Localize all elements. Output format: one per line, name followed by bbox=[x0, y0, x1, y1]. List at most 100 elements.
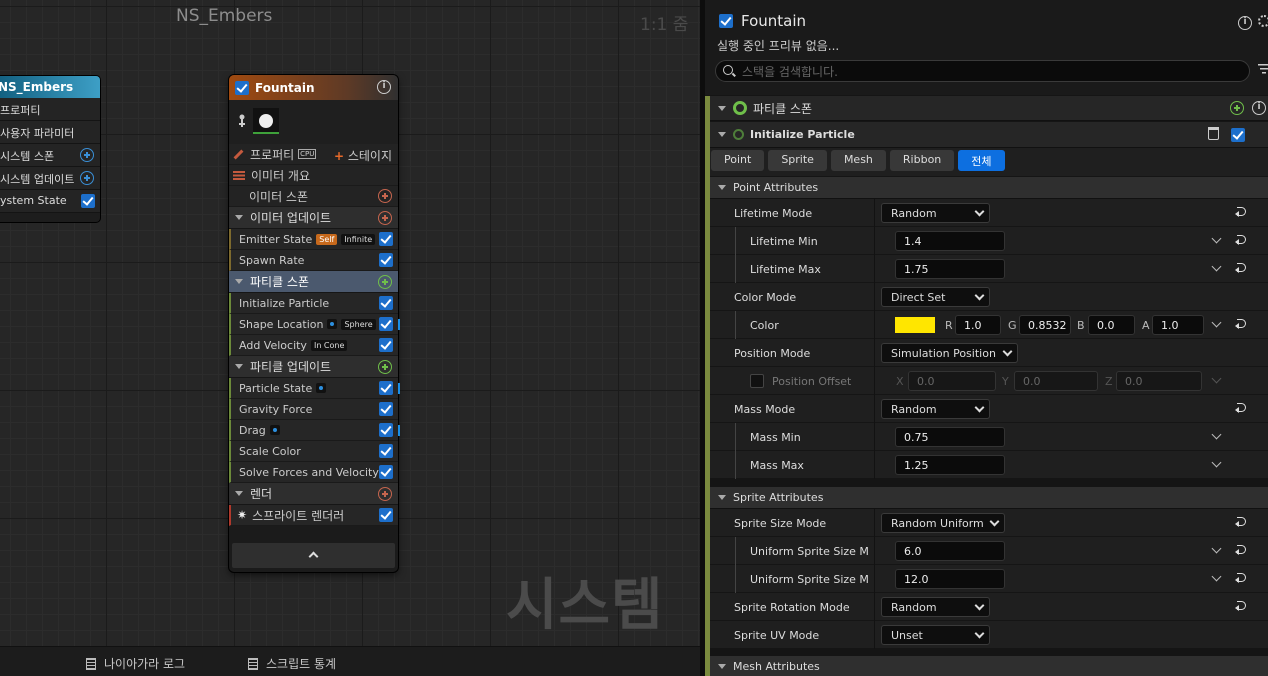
emitter-spawn-row[interactable]: 이미터 스폰 bbox=[229, 186, 398, 207]
add-stage-button[interactable]: + 스테이지 bbox=[334, 147, 392, 164]
color-mode-dropdown[interactable]: Direct Set bbox=[881, 287, 990, 307]
system-spawn-row[interactable]: 시스템 스폰 bbox=[0, 144, 100, 167]
category-point-attributes[interactable]: Point Attributes bbox=[710, 177, 1268, 199]
chevron-down-icon[interactable] bbox=[1211, 233, 1222, 244]
emitter-properties-row[interactable]: 프로퍼티 CPU + 스테이지 bbox=[229, 144, 398, 165]
add-module-icon[interactable] bbox=[80, 171, 94, 185]
color-a-input[interactable]: 1.0 bbox=[1152, 315, 1204, 335]
module-gravity-force[interactable]: Gravity Force bbox=[229, 399, 398, 420]
niagara-log-button[interactable]: 나이아가라 로그 bbox=[86, 655, 185, 672]
system-state-row[interactable]: ystem State bbox=[0, 190, 100, 213]
position-offset-x-input[interactable]: 0.0 bbox=[908, 371, 996, 391]
sprite-rotation-mode-dropdown[interactable]: Random bbox=[881, 597, 990, 617]
module-header-initialize-particle[interactable]: Initialize Particle bbox=[710, 122, 1268, 148]
module-emitter-state[interactable]: Emitter State Self Infinite bbox=[229, 229, 398, 250]
sprite-uv-mode-dropdown[interactable]: Unset bbox=[881, 625, 990, 645]
category-mesh-attributes[interactable]: Mesh Attributes bbox=[710, 656, 1268, 676]
lifetime-min-input[interactable]: 1.4 bbox=[895, 231, 1005, 251]
emitter-node-header[interactable]: Fountain i bbox=[229, 75, 398, 100]
tab-ribbon[interactable]: Ribbon bbox=[889, 150, 955, 171]
module-initialize-particle[interactable]: Initialize Particle bbox=[229, 293, 398, 314]
render-section[interactable]: 렌더 bbox=[229, 483, 398, 505]
stack-search-input[interactable]: 스택을 검색합니다. bbox=[715, 60, 1250, 82]
system-properties-row[interactable]: 프로퍼티 bbox=[0, 98, 100, 121]
reset-icon[interactable] bbox=[1235, 516, 1247, 527]
position-mode-dropdown[interactable]: Simulation Position bbox=[881, 343, 1018, 363]
enable-checkbox[interactable] bbox=[81, 194, 95, 208]
reset-icon[interactable] bbox=[1235, 544, 1247, 555]
tab-all[interactable]: 전체 bbox=[958, 150, 1005, 171]
reset-icon[interactable] bbox=[1235, 318, 1247, 329]
emitter-update-section[interactable]: 이미터 업데이트 bbox=[229, 207, 398, 229]
add-module-icon[interactable] bbox=[378, 211, 392, 225]
add-module-icon[interactable] bbox=[378, 189, 392, 203]
add-module-icon[interactable] bbox=[378, 487, 392, 501]
position-offset-checkbox[interactable] bbox=[750, 374, 764, 388]
module-enable-checkbox[interactable] bbox=[379, 317, 393, 331]
collapse-icon[interactable] bbox=[718, 185, 726, 190]
tab-mesh[interactable]: Mesh bbox=[830, 150, 886, 171]
collapse-icon[interactable] bbox=[718, 495, 726, 500]
chevron-down-icon[interactable] bbox=[1211, 261, 1222, 272]
emitter-node[interactable]: Fountain i 프로퍼티 CPU + 스테이지 이미터 개요 이미터 스폰 bbox=[229, 75, 400, 572]
add-module-icon[interactable] bbox=[378, 275, 392, 289]
module-drag[interactable]: Drag bbox=[229, 420, 400, 441]
uniform-size-max-input[interactable]: 12.0 bbox=[895, 569, 1005, 589]
lifetime-mode-dropdown[interactable]: Random bbox=[881, 203, 990, 223]
module-enable-checkbox[interactable] bbox=[379, 444, 393, 458]
chevron-down-icon[interactable] bbox=[1211, 457, 1222, 468]
position-offset-y-input[interactable]: 0.0 bbox=[1014, 371, 1098, 391]
info-icon[interactable]: i bbox=[377, 80, 391, 94]
group-particle-spawn[interactable]: 파티클 스폰 i bbox=[710, 96, 1268, 121]
reset-icon[interactable] bbox=[1235, 262, 1247, 273]
sprite-thumbnail[interactable] bbox=[253, 108, 279, 134]
filter-icon[interactable] bbox=[1258, 64, 1268, 74]
pin-icon[interactable] bbox=[238, 114, 245, 128]
module-sprite-renderer[interactable]: ✷ 스프라이트 렌더러 bbox=[229, 505, 398, 526]
module-enable-checkbox[interactable] bbox=[379, 508, 393, 522]
node-graph[interactable]: NS_Embers 1:1 줌 시스템 NS_Embers 프로퍼티 사용자 파… bbox=[0, 0, 700, 676]
module-shape-location[interactable]: Shape Location Sphere bbox=[229, 314, 400, 335]
chevron-down-icon[interactable] bbox=[1211, 429, 1222, 440]
chevron-down-icon[interactable] bbox=[1211, 317, 1222, 328]
collapse-icon[interactable] bbox=[718, 663, 726, 669]
module-enable-checkbox[interactable] bbox=[379, 338, 393, 352]
trash-icon[interactable] bbox=[1208, 127, 1219, 140]
module-enable-checkbox[interactable] bbox=[379, 253, 393, 267]
module-spawn-rate[interactable]: Spawn Rate bbox=[229, 250, 398, 271]
add-module-icon[interactable] bbox=[378, 360, 392, 374]
script-stats-button[interactable]: 스크립트 통계 bbox=[248, 655, 336, 672]
collapse-icon[interactable] bbox=[718, 105, 726, 111]
sprite-size-mode-dropdown[interactable]: Random Uniform bbox=[881, 513, 1005, 533]
reset-icon[interactable] bbox=[1235, 402, 1247, 413]
lifetime-max-input[interactable]: 1.75 bbox=[895, 259, 1005, 279]
module-enable-checkbox[interactable] bbox=[379, 296, 393, 310]
add-module-icon[interactable] bbox=[80, 148, 94, 162]
tab-sprite[interactable]: Sprite bbox=[768, 150, 827, 171]
color-r-input[interactable]: 1.0 bbox=[955, 315, 1001, 335]
mass-mode-dropdown[interactable]: Random bbox=[881, 399, 990, 419]
uniform-size-min-input[interactable]: 6.0 bbox=[895, 541, 1005, 561]
system-node[interactable]: NS_Embers 프로퍼티 사용자 파라미터 시스템 스폰 시스템 업데이트 … bbox=[0, 76, 100, 222]
module-enable-checkbox[interactable] bbox=[379, 402, 393, 416]
collapse-icon[interactable] bbox=[235, 279, 243, 284]
tab-point[interactable]: Point bbox=[711, 150, 765, 171]
module-scale-color[interactable]: Scale Color bbox=[229, 441, 398, 462]
position-offset-z-input[interactable]: 0.0 bbox=[1116, 371, 1202, 391]
chevron-down-icon[interactable] bbox=[1211, 373, 1222, 384]
info-icon[interactable]: i bbox=[1238, 16, 1252, 30]
particle-spawn-section[interactable]: 파티클 스폰 bbox=[229, 271, 398, 293]
collapse-icon[interactable] bbox=[235, 364, 243, 369]
emitter-overview-row[interactable]: 이미터 개요 bbox=[229, 165, 398, 186]
chevron-down-icon[interactable] bbox=[1211, 571, 1222, 582]
collapse-node-button[interactable] bbox=[232, 543, 395, 568]
module-solve-forces[interactable]: Solve Forces and Velocity bbox=[229, 462, 398, 483]
module-particle-state[interactable]: Particle State bbox=[229, 378, 400, 399]
reset-icon[interactable] bbox=[1235, 600, 1247, 611]
module-enable-checkbox[interactable] bbox=[379, 423, 393, 437]
module-enable-checkbox[interactable] bbox=[379, 381, 393, 395]
module-enable-checkbox[interactable] bbox=[379, 232, 393, 246]
module-enable-checkbox[interactable] bbox=[379, 465, 393, 479]
reset-icon[interactable] bbox=[1235, 234, 1247, 245]
particle-update-section[interactable]: 파티클 업데이트 bbox=[229, 356, 398, 378]
